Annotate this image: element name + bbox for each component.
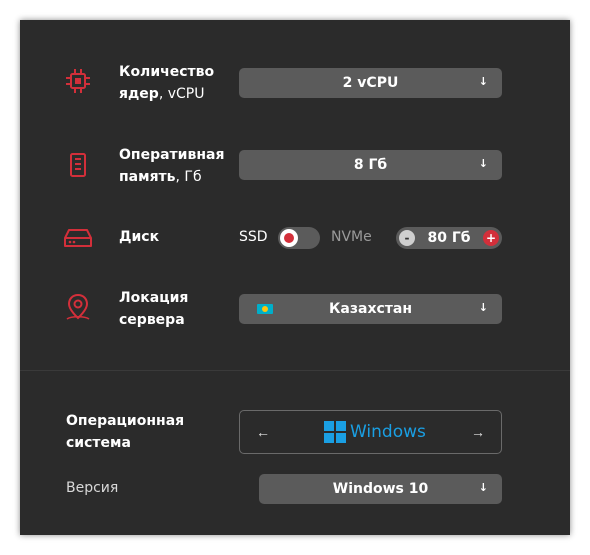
disk-label: Диск (119, 229, 160, 245)
os-next-button[interactable]: → (471, 424, 485, 440)
os-value: Windows (350, 422, 426, 442)
memory-module-icon (70, 153, 86, 177)
location-pin-icon (66, 293, 90, 320)
cpu-select-value: 2 vCPU (342, 75, 399, 91)
version-label: Версия (66, 480, 119, 496)
kazakhstan-flag-icon (257, 304, 273, 314)
disk-type-toggle[interactable] (278, 227, 320, 249)
increase-size-button[interactable]: + (483, 230, 499, 246)
hard-drive-icon (64, 229, 92, 247)
os-selector: ← Windows → (239, 410, 502, 454)
location-label: Локация сервера (119, 290, 189, 328)
os-label: Операционная система (66, 413, 185, 451)
ram-select[interactable]: 8 Гб ↓ (239, 150, 502, 180)
cpu-label: Количество ядер, vCPU (119, 64, 215, 102)
cpu-select[interactable]: 2 vCPU ↓ (239, 68, 502, 98)
location-select-value: Казахстан (328, 301, 413, 317)
version-select[interactable]: Windows 10 ↓ (259, 474, 502, 504)
ram-select-value: 8 Гб (353, 157, 388, 173)
chevron-down-icon: ↓ (478, 301, 488, 314)
chevron-down-icon: ↓ (478, 157, 488, 170)
section-divider (20, 370, 570, 371)
server-config-panel: Количество ядер, vCPU 2 vCPU ↓ Оперативн… (20, 20, 570, 535)
cpu-chip-icon (66, 69, 90, 93)
os-prev-button[interactable]: ← (256, 424, 270, 440)
disk-size-value: 80 Гб (427, 230, 471, 246)
toggle-knob (280, 229, 298, 247)
disk-size-stepper: - 80 Гб + (396, 227, 502, 249)
location-select[interactable]: Казахстан ↓ (239, 294, 502, 324)
ssd-option-label: SSD (239, 229, 268, 245)
version-select-value: Windows 10 (332, 481, 429, 497)
chevron-down-icon: ↓ (478, 481, 488, 494)
ram-label: Оперативная память, Гб (119, 147, 225, 185)
nvme-option-label: NVMe (331, 229, 372, 245)
decrease-size-button[interactable]: - (399, 230, 415, 246)
chevron-down-icon: ↓ (478, 75, 488, 88)
windows-logo-icon (324, 421, 346, 443)
